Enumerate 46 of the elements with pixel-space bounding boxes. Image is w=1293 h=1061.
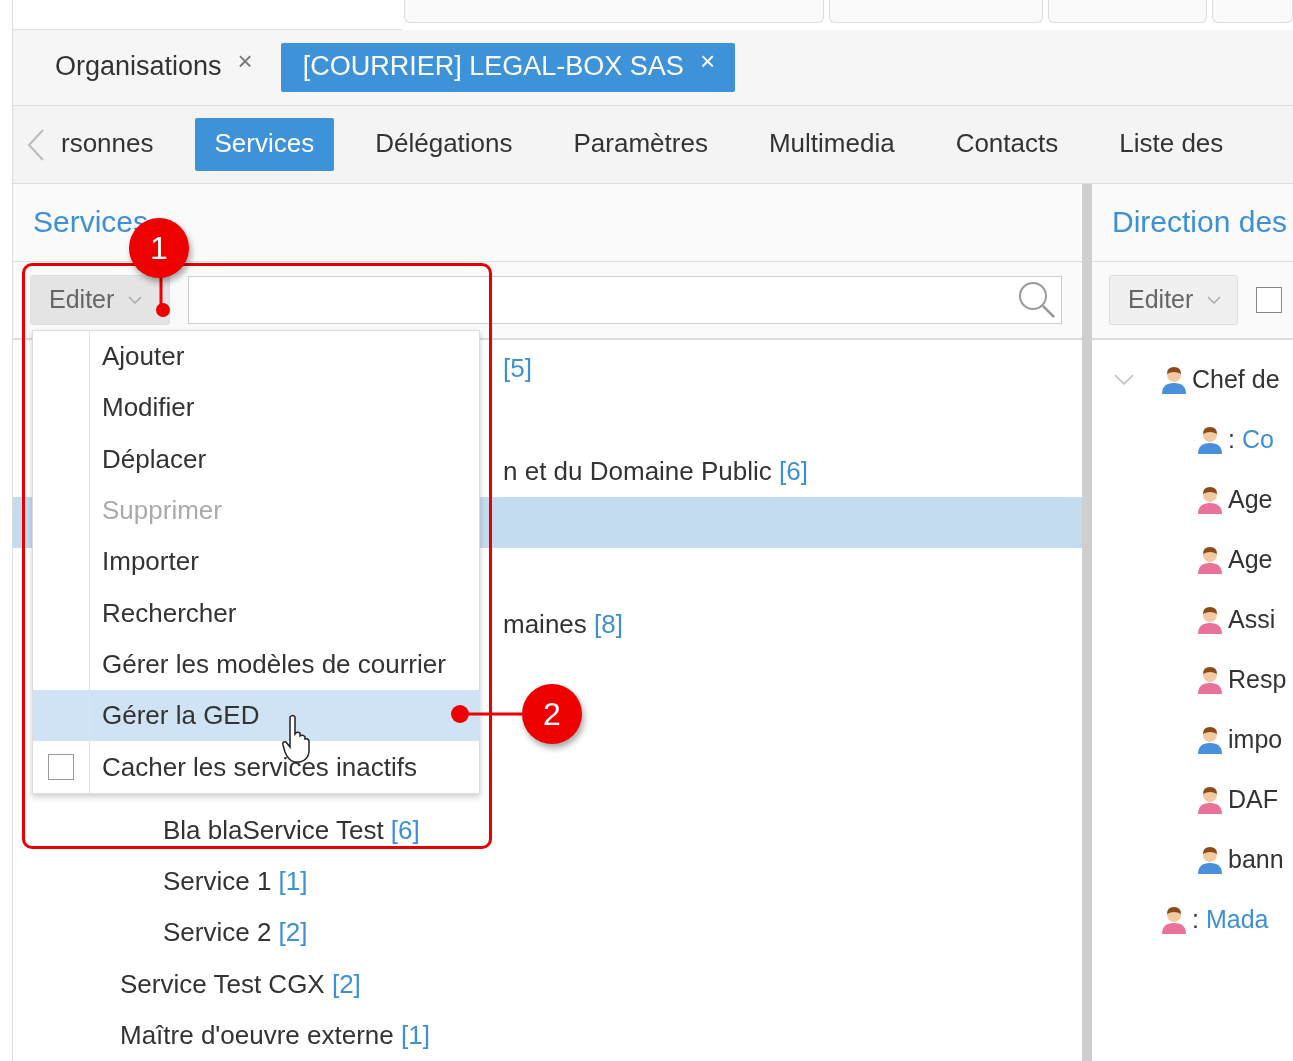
menu-item[interactable]: Importer	[33, 536, 479, 588]
tree-item[interactable]: Service 1 [1]	[163, 865, 308, 897]
tree-item[interactable]: Chef de	[1192, 365, 1280, 395]
chevron-icon[interactable]	[1114, 373, 1134, 386]
search-field[interactable]	[188, 275, 1062, 324]
menu-item[interactable]: Rechercher	[33, 587, 479, 639]
nav-tab[interactable]: Paramètres	[553, 118, 728, 172]
document-tab[interactable]: Organisations ×	[33, 43, 273, 93]
edit-dropdown-button[interactable]: Editer	[30, 274, 170, 325]
search-icon[interactable]	[1017, 279, 1057, 320]
leader-line	[450, 704, 522, 724]
tree-item[interactable]: bann	[1228, 845, 1284, 875]
checkbox[interactable]	[1256, 286, 1283, 313]
menu-item[interactable]: Cacher les services inactifs	[33, 741, 479, 793]
panel-title: Direction des	[1112, 205, 1288, 240]
tree-item[interactable]: impo	[1228, 725, 1283, 755]
menu-item[interactable]: Modifier	[33, 382, 479, 434]
caret-icon	[128, 295, 143, 304]
tree-item[interactable]: : Co	[1228, 425, 1274, 455]
nav-tab[interactable]: Multimedia	[748, 118, 915, 172]
tree-item[interactable]: Age	[1228, 485, 1273, 515]
edit-dropdown-button[interactable]: Editer	[1109, 274, 1239, 325]
close-icon[interactable]: ×	[237, 51, 253, 72]
tree-item[interactable]: DAF	[1228, 785, 1278, 815]
pane-splitter[interactable]	[1082, 183, 1092, 1061]
menu-item[interactable]: Ajouter	[33, 331, 479, 383]
caret-icon	[1207, 295, 1222, 304]
tree-item[interactable]: Bla blaService Test [6]	[163, 814, 420, 846]
tree-item[interactable]: Maître d'oeuvre externe [1]	[120, 1019, 430, 1051]
nav-tab[interactable]: Contacts	[935, 118, 1079, 172]
tree-item[interactable]: Age	[1228, 545, 1273, 575]
checkbox[interactable]	[48, 754, 74, 780]
tree-item[interactable]: : Mada	[1192, 905, 1269, 935]
tree-item[interactable]: Resp	[1228, 665, 1287, 695]
nav-tab[interactable]: Délégations	[355, 118, 533, 172]
tree-item[interactable]: Service 2 [2]	[163, 917, 308, 949]
menu-item[interactable]: Déplacer	[33, 433, 479, 485]
chevron-left-icon[interactable]	[27, 127, 45, 162]
menu-item[interactable]: Gérer la GED	[33, 690, 479, 742]
callout-badge: 2	[522, 684, 582, 744]
tree-item[interactable]: maines [8]	[503, 609, 623, 641]
nav-tab[interactable]: rsonnes	[61, 118, 174, 172]
nav-tab[interactable]: Liste des	[1099, 118, 1244, 172]
tree-item[interactable]: n et du Domaine Public [6]	[503, 455, 808, 487]
tree-item[interactable]: Assi	[1228, 605, 1276, 635]
tree-item[interactable]: Service Test CGX [2]	[120, 968, 361, 1000]
